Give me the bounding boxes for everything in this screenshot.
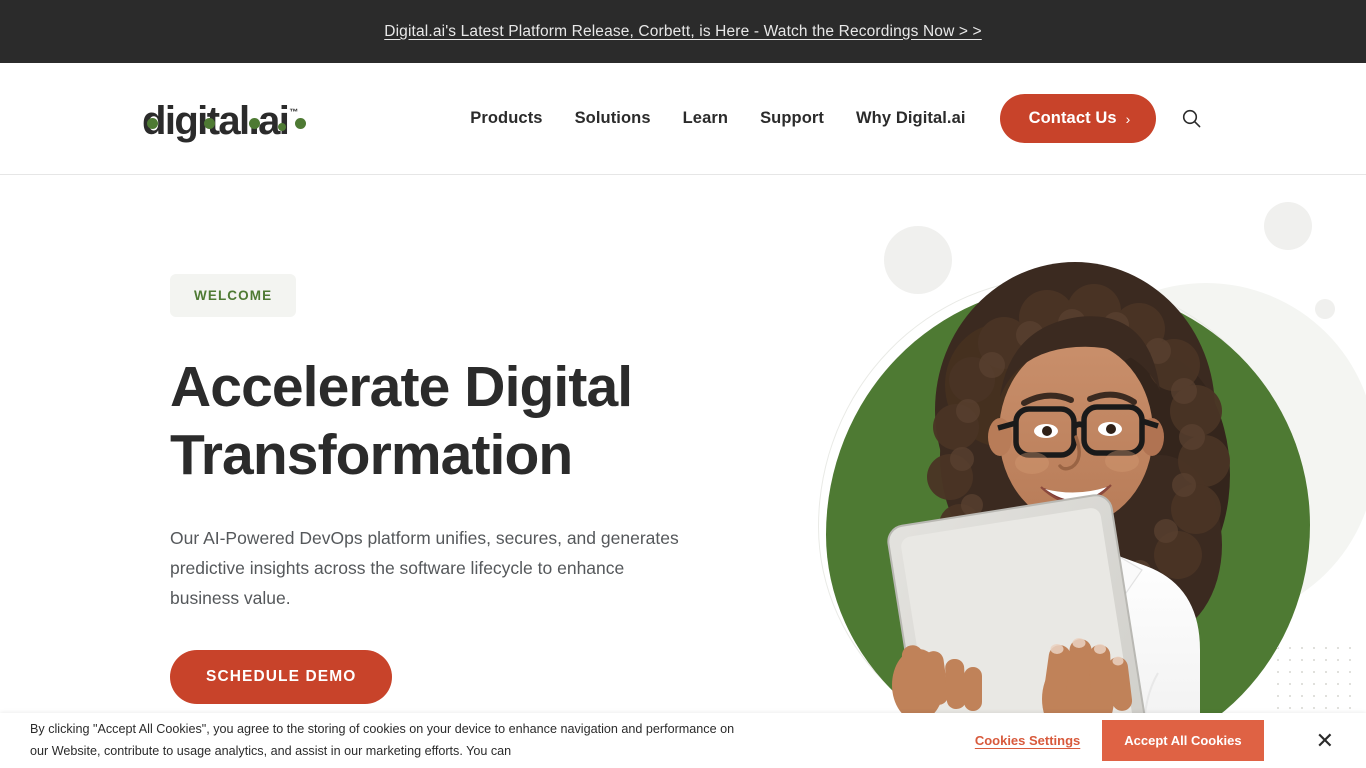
- chevron-right-icon: ›: [1125, 110, 1131, 127]
- site-logo[interactable]: digital.ai ™: [142, 98, 306, 143]
- announcement-link[interactable]: Digital.ai's Latest Platform Release, Co…: [384, 23, 982, 41]
- nav-item-why-digital-ai[interactable]: Why Digital.ai: [856, 101, 966, 136]
- hero-subtitle: Our AI-Powered DevOps platform unifies, …: [170, 527, 679, 609]
- announcement-bar: Digital.ai's Latest Platform Release, Co…: [0, 0, 1366, 63]
- hero-title-line-2: Transformation: [170, 422, 573, 487]
- logo-trademark: ™: [289, 106, 299, 117]
- nav-item-products[interactable]: Products: [470, 101, 542, 136]
- site-header: digital.ai ™ Products Solutions Learn Su…: [0, 63, 1366, 175]
- hero-artwork: [760, 175, 1366, 768]
- cookies-settings-link[interactable]: Cookies Settings: [975, 733, 1080, 748]
- hero-title-line-1: Accelerate Digital: [170, 355, 633, 419]
- contact-us-button[interactable]: Contact Us ›: [999, 94, 1157, 143]
- welcome-badge: WELCOME: [170, 274, 297, 317]
- cookie-consent-text: By clicking "Accept All Cookies", you ag…: [30, 721, 735, 758]
- search-icon: [1183, 109, 1201, 128]
- hero-person-illustration: [887, 262, 1230, 768]
- hero-copy: WELCOME Accelerate Digital Transformatio…: [170, 274, 730, 705]
- logo-counter-a2-icon: [295, 117, 306, 129]
- cookie-actions: Cookies Settings Accept All Cookies ✕: [975, 720, 1342, 761]
- page-title: Accelerate Digital Transformation: [170, 354, 730, 490]
- nav-item-support[interactable]: Support: [760, 101, 824, 136]
- nav-item-solutions[interactable]: Solutions: [575, 101, 651, 136]
- close-icon[interactable]: ✕: [1308, 726, 1342, 756]
- logo-wordmark: digital.ai: [142, 98, 290, 143]
- contact-us-label: Contact Us: [1028, 109, 1117, 127]
- accept-all-cookies-button[interactable]: Accept All Cookies: [1102, 720, 1264, 761]
- search-button[interactable]: [1176, 103, 1207, 134]
- cookie-consent-banner: By clicking "Accept All Cookies", you ag…: [0, 713, 1366, 768]
- hero-section: WELCOME Accelerate Digital Transformatio…: [0, 175, 1366, 768]
- main-navigation: Products Solutions Learn Support Why Dig…: [470, 94, 1207, 143]
- nav-item-learn[interactable]: Learn: [683, 101, 728, 136]
- schedule-demo-button[interactable]: SCHEDULE DEMO: [170, 650, 393, 705]
